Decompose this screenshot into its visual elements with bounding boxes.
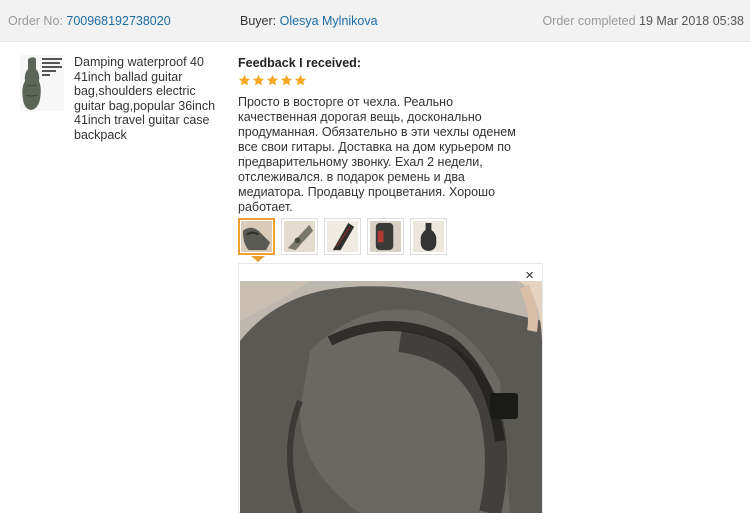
product-thumbnail[interactable] xyxy=(20,55,64,111)
buyer-field: Buyer: Olesya Mylnikova xyxy=(240,14,378,28)
buyer-name-link[interactable]: Olesya Mylnikova xyxy=(280,14,378,28)
order-number-field: Order No: 700968192738020 xyxy=(8,14,171,28)
order-status-text: Order completed xyxy=(542,14,636,28)
guitar-bag-photo-icon xyxy=(327,221,358,252)
product-title-link[interactable]: Damping waterproof 40 41inch ballad guit… xyxy=(74,55,224,143)
guitar-bag-photo-icon xyxy=(241,221,272,252)
review-photo-thumb-3[interactable] xyxy=(324,218,361,255)
feedback-heading: Feedback I received: xyxy=(238,56,361,70)
buyer-label: Buyer: xyxy=(240,14,277,28)
order-number-label: Order No: xyxy=(8,14,63,28)
guitar-bag-photo-icon xyxy=(370,221,401,252)
review-photo-large xyxy=(240,281,542,513)
star-icon xyxy=(294,74,307,86)
star-icon xyxy=(238,74,251,86)
photo-viewer: × xyxy=(238,263,543,513)
review-photo-thumb-4[interactable] xyxy=(367,218,404,255)
review-photo-thumb-1[interactable] xyxy=(238,218,275,255)
guitar-bag-image xyxy=(20,55,64,111)
guitar-bag-photo-icon xyxy=(284,221,315,252)
review-text: Просто в восторге от чехла. Реально каче… xyxy=(238,95,516,214)
star-rating xyxy=(238,74,307,87)
star-icon xyxy=(266,74,279,86)
guitar-bag-photo xyxy=(240,281,542,513)
order-header: Order No: 700968192738020 Buyer: Olesya … xyxy=(0,0,750,42)
star-icon xyxy=(252,74,265,86)
order-status: Order completed 19 Mar 2018 05:38 xyxy=(542,14,744,28)
photo-gallery xyxy=(238,218,447,255)
active-photo-caret xyxy=(251,256,265,262)
order-number-link[interactable]: 700968192738020 xyxy=(66,14,170,28)
guitar-bag-photo-icon xyxy=(413,221,444,252)
review-photo-thumb-5[interactable] xyxy=(410,218,447,255)
review-photo-thumb-2[interactable] xyxy=(281,218,318,255)
star-icon xyxy=(280,74,293,86)
order-date: 19 Mar 2018 05:38 xyxy=(639,14,744,28)
